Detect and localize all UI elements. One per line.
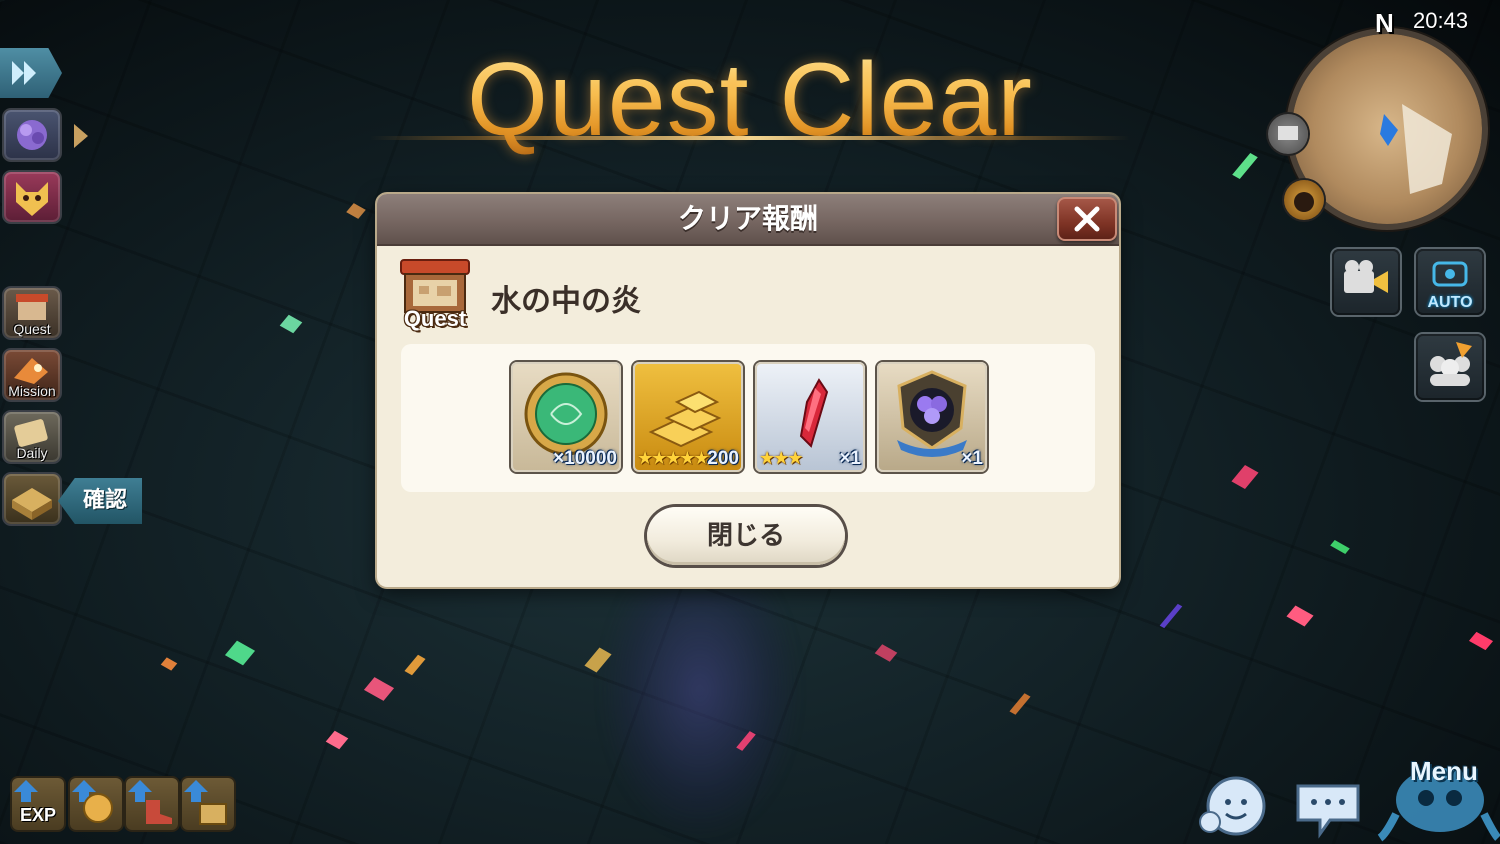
sidebar-item-mask[interactable] (4, 172, 60, 222)
sidebar-item-mission[interactable]: Mission (4, 350, 60, 400)
exp-boost-button[interactable]: EXP (12, 778, 64, 830)
close-button[interactable]: 閉じる (647, 507, 845, 565)
map-toggle-button[interactable] (1268, 114, 1308, 154)
dialog-header: クリア報酬 (377, 194, 1119, 246)
reward-quantity: ×1 (961, 448, 983, 469)
auto-label: AUTO (1427, 294, 1473, 311)
coin-up-icon (72, 780, 113, 823)
sidebar-item-label: Daily (16, 445, 48, 461)
quest-category-icon: Quest (397, 258, 473, 334)
page-title: Quest Clear (467, 42, 1033, 158)
rarity-stars: ★★★ (759, 448, 803, 469)
expand-arrow-icon[interactable] (72, 122, 90, 150)
menu-label: Menu (1410, 756, 1478, 786)
reward-item[interactable]: ×10000 (511, 362, 621, 472)
reward-dialog: クリア報酬 Quest 水の中の炎 ×10000 ★★★★★ 200 ★★★ ×… (377, 194, 1119, 587)
quest-icon-label: Quest (403, 306, 467, 331)
dialog-title: クリア報酬 (677, 202, 818, 235)
party-members-icon (1430, 342, 1472, 386)
fox-mask-icon (16, 182, 48, 216)
reward-quantity: 200 (707, 448, 739, 469)
chat-button[interactable] (1294, 780, 1362, 840)
party-button[interactable] (1416, 334, 1484, 400)
confirm-button[interactable]: 確認 (58, 478, 142, 524)
compass-north: N (1375, 8, 1394, 38)
quest-clear-banner: Quest Clear (360, 40, 1140, 160)
coin-boost-button[interactable] (70, 778, 122, 830)
sidebar-item-quest[interactable]: Quest (4, 288, 60, 338)
camera-button[interactable] (1332, 249, 1400, 315)
reward-list: ×10000 ★★★★★ 200 ★★★ ×1 ×1 (401, 344, 1095, 492)
auto-battle-button[interactable]: AUTO (1416, 249, 1484, 315)
sidebar-item-gem[interactable] (4, 110, 60, 160)
map-icon (1278, 126, 1298, 140)
sidebar-item-gift[interactable] (4, 474, 60, 524)
character-face-icon (1294, 192, 1314, 212)
reward-quantity: ×10000 (553, 448, 617, 469)
sidebar-item-daily[interactable]: Daily (4, 412, 60, 462)
quest-name: 水の中の炎 (491, 284, 641, 319)
close-x-button[interactable] (1057, 197, 1117, 241)
purple-gem-icon (17, 120, 47, 150)
boot-up-icon (128, 780, 172, 824)
reward-item[interactable]: ★★★★★ 200 (633, 362, 743, 472)
reward-item[interactable]: ★★★ ×1 (755, 362, 865, 472)
close-icon (1074, 206, 1100, 232)
video-camera-icon (1344, 260, 1388, 293)
sidebar-item-label: Quest (13, 321, 51, 337)
boot-boost-button[interactable] (126, 778, 178, 830)
reward-quantity: ×1 (839, 448, 861, 469)
basket-boost-button[interactable] (182, 778, 234, 830)
exp-label: EXP (19, 805, 57, 825)
emote-button[interactable] (1196, 776, 1272, 840)
character-locator-button[interactable] (1284, 180, 1324, 220)
sidebar-item-label: Mission (8, 383, 56, 399)
reward-item[interactable]: ×1 (877, 362, 987, 472)
rarity-stars: ★★★★★ (637, 448, 710, 469)
menu-button[interactable] (1376, 738, 1500, 842)
gift-box-icon (12, 488, 52, 520)
player-character-blur (600, 590, 800, 840)
clock: 20:43 (1413, 8, 1469, 33)
basket-up-icon (184, 780, 227, 825)
